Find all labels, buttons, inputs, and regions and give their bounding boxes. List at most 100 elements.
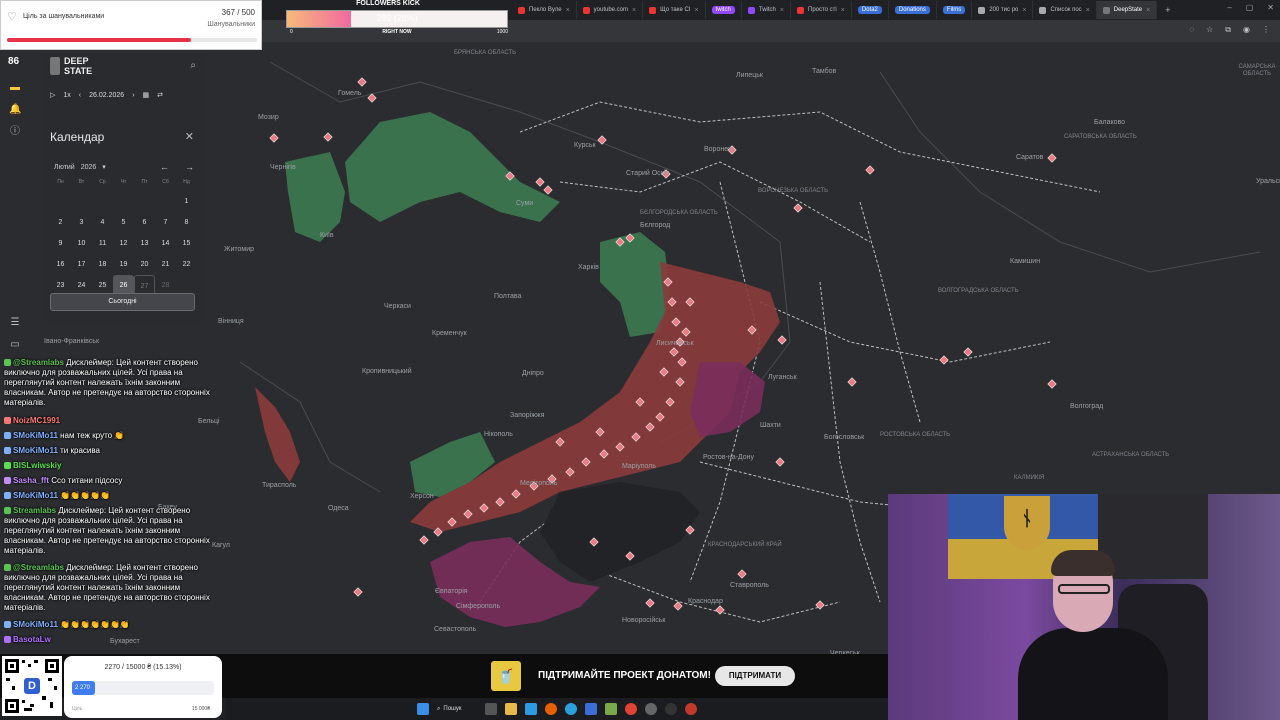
attack-marker-icon[interactable]	[543, 185, 553, 195]
attack-marker-icon[interactable]	[715, 605, 725, 615]
month-label[interactable]: Лютий	[54, 164, 75, 171]
city-label[interactable]: Гомель	[338, 90, 361, 97]
browser-tab[interactable]: Пекло Вуле ×	[512, 1, 577, 19]
city-label[interactable]: Саратов	[1016, 154, 1043, 161]
city-label[interactable]: Липецьк	[736, 72, 763, 79]
menu-icon[interactable]: ⋮	[1262, 25, 1270, 35]
attack-marker-icon[interactable]	[777, 335, 787, 345]
calendar-day[interactable]: 19	[113, 254, 134, 275]
calendar-day[interactable]: 2	[50, 212, 71, 233]
calendar-day[interactable]: 21	[155, 254, 176, 275]
attack-marker-icon[interactable]	[1047, 379, 1057, 389]
speed-selector[interactable]: 1x	[63, 92, 70, 99]
telegram-icon[interactable]	[565, 703, 577, 715]
current-date[interactable]: 26.02.2026	[89, 92, 124, 99]
close-tab-icon[interactable]: ×	[566, 7, 570, 14]
today-button[interactable]: Сьогодні	[50, 293, 195, 311]
attack-marker-icon[interactable]	[597, 135, 607, 145]
calendar-day[interactable]: 4	[92, 212, 113, 233]
attack-marker-icon[interactable]	[645, 598, 655, 608]
chat-username[interactable]: SMoKiMo11	[13, 431, 58, 440]
city-label[interactable]: Житомир	[224, 246, 254, 253]
attack-marker-icon[interactable]	[269, 133, 279, 143]
close-tab-icon[interactable]: ×	[694, 7, 698, 14]
attack-marker-icon[interactable]	[737, 569, 747, 579]
star-icon[interactable]: ☆	[1206, 25, 1213, 35]
city-label[interactable]: Кременчук	[432, 330, 467, 337]
city-label[interactable]: Бєлгород	[640, 222, 670, 229]
city-label[interactable]: Севастополь	[434, 626, 476, 633]
browser-tab[interactable]: 200 тис ро ×	[972, 1, 1034, 19]
calendar-day[interactable]: 1	[176, 191, 197, 212]
minimize-button[interactable]: –	[1227, 3, 1231, 12]
close-tab-icon[interactable]: ×	[841, 7, 845, 14]
chrome-icon[interactable]	[625, 703, 637, 715]
city-label[interactable]: Мелітополь	[520, 480, 558, 487]
city-label[interactable]: Камишин	[1010, 258, 1040, 265]
bell-icon[interactable]: 🔔	[9, 104, 21, 116]
city-label[interactable]: Курськ	[574, 142, 596, 149]
calendar-day[interactable]: 6	[134, 212, 155, 233]
profile-icon[interactable]: ◉	[1243, 25, 1250, 35]
eye-off-icon[interactable]: ◌	[1189, 25, 1194, 35]
file-explorer-icon[interactable]	[505, 703, 517, 715]
windows-start-icon[interactable]	[417, 703, 429, 715]
sliders-icon[interactable]: ☰	[9, 317, 21, 329]
chat-username[interactable]: Sasha_fft	[13, 476, 49, 485]
city-label[interactable]: Іванo-Франківськ	[44, 338, 99, 345]
city-label[interactable]: Ставрополь	[730, 582, 769, 589]
calendar-day[interactable]: 10	[71, 233, 92, 254]
flag-icon[interactable]: ▬	[9, 82, 21, 94]
keyboard-icon[interactable]: ▭	[9, 339, 21, 351]
taskbar-search[interactable]: ⌕ Пошук	[437, 706, 477, 713]
city-label[interactable]: Суми	[516, 200, 533, 207]
calendar-day[interactable]: 15	[176, 233, 197, 254]
calendar-day[interactable]: 11	[92, 233, 113, 254]
info-icon[interactable]: ⓘ	[9, 126, 21, 138]
chat-username[interactable]: SMoKiMo11	[13, 446, 58, 455]
city-label[interactable]: Маріуполь	[622, 463, 656, 470]
city-label[interactable]: Шахти	[760, 422, 781, 429]
calendar-day[interactable]: 7	[155, 212, 176, 233]
city-label[interactable]: Київ	[320, 232, 334, 239]
calendar-day[interactable]: 5	[113, 212, 134, 233]
calendar-day[interactable]: 3	[71, 212, 92, 233]
next-month-icon[interactable]: →	[185, 162, 194, 172]
search-icon[interactable]: ⌕	[190, 60, 196, 71]
year-label[interactable]: 2026	[81, 164, 97, 171]
calendar-day[interactable]: 22	[176, 254, 197, 275]
close-tab-icon[interactable]: ×	[1146, 7, 1150, 14]
close-tab-icon[interactable]: ×	[1022, 7, 1026, 14]
chat-username[interactable]: BISLwiwskiy	[13, 461, 61, 470]
attack-marker-icon[interactable]	[939, 355, 949, 365]
browser-tab[interactable]: DeepState ×	[1096, 1, 1158, 19]
prev-day-icon[interactable]: ‹	[79, 92, 81, 99]
close-tab-icon[interactable]: ×	[780, 7, 784, 14]
calendar-day[interactable]: 8	[176, 212, 197, 233]
browser-tab[interactable]: Films	[937, 1, 973, 19]
chat-username[interactable]: NoizMC1991	[13, 416, 60, 425]
chat-username[interactable]: @Streamlabs	[13, 563, 64, 572]
calendar-day[interactable]: 12	[113, 233, 134, 254]
city-label[interactable]: Сімферополь	[456, 603, 500, 610]
city-label[interactable]: Харків	[578, 264, 599, 271]
city-label[interactable]: Тамбов	[812, 68, 836, 75]
city-label[interactable]: Мозир	[258, 114, 279, 121]
support-button[interactable]: ПІДТРИМАТИ	[715, 666, 795, 686]
chat-username[interactable]: SMoKiMo11	[13, 491, 58, 500]
browser-tab[interactable]: twitch	[706, 1, 742, 19]
app-icon[interactable]	[585, 703, 597, 715]
city-label[interactable]: Полтава	[494, 293, 521, 300]
city-label[interactable]: Балаково	[1094, 119, 1125, 126]
app-icon-2[interactable]	[605, 703, 617, 715]
city-label[interactable]: Краснодар	[688, 598, 723, 605]
attack-marker-icon[interactable]	[673, 601, 683, 611]
calendar-day[interactable]: 13	[134, 233, 155, 254]
extension-icon[interactable]: ⧉	[1225, 25, 1231, 35]
calendar-day[interactable]: 20	[134, 254, 155, 275]
city-label[interactable]: Херсон	[410, 493, 434, 500]
browser-tab[interactable]: Twitch ×	[742, 1, 791, 19]
settings-icon[interactable]	[645, 703, 657, 715]
calendar-day[interactable]: 9	[50, 233, 71, 254]
city-label[interactable]: Богословськ	[824, 434, 864, 441]
